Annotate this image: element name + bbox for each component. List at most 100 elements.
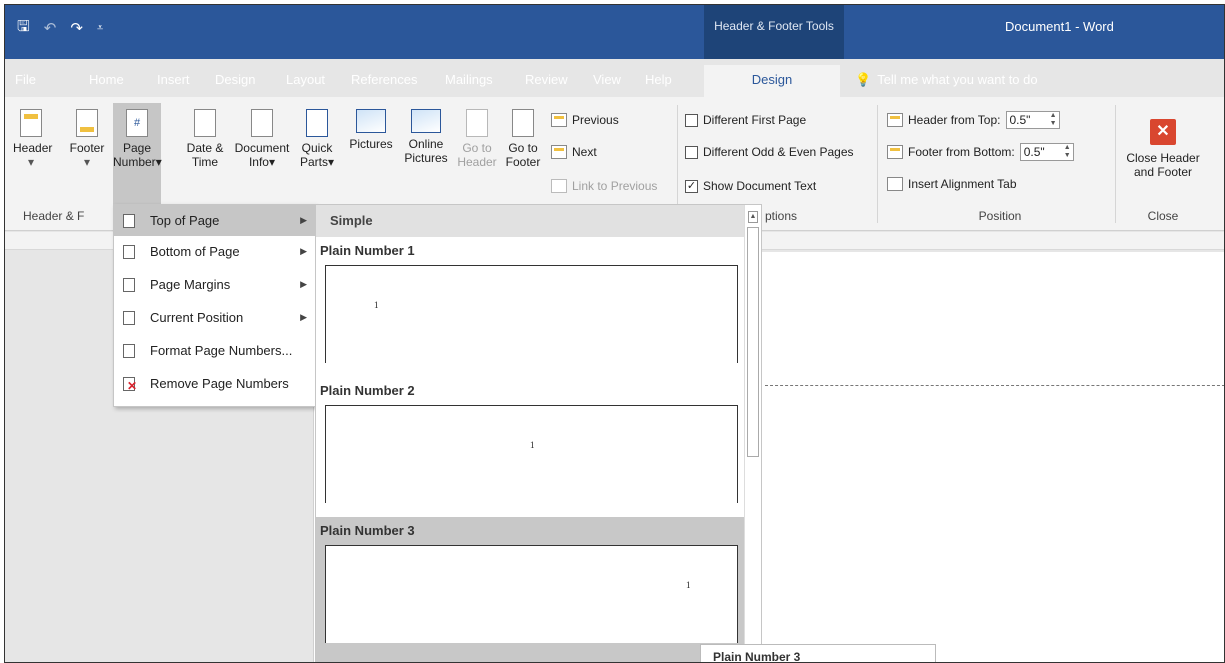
different-odd-even-label: Different Odd & Even Pages	[703, 145, 854, 159]
quick-parts-button[interactable]: Quick Parts▾	[295, 109, 339, 169]
tab-design[interactable]: Design	[215, 67, 255, 97]
spin-arrows-icon[interactable]: ▲ ▼	[1050, 112, 1057, 128]
insert-alignment-tab-button[interactable]: Insert Alignment Tab	[887, 177, 1017, 191]
tell-me-search[interactable]: 💡 Tell me what you want to do	[855, 67, 1038, 93]
show-document-text-checkbox[interactable]: ✓	[685, 179, 698, 193]
lightbulb-icon: 💡	[855, 72, 872, 87]
gallery-item-preview: 1	[325, 405, 738, 503]
footer-from-bottom-label: Footer from Bottom:	[908, 145, 1015, 159]
scroll-thumb[interactable]	[747, 227, 759, 457]
footer-button[interactable]: Footer ▾	[62, 109, 112, 169]
menu-item-label: Remove Page Numbers	[150, 376, 289, 391]
scroll-up-icon[interactable]: ▲	[748, 211, 758, 223]
undo-icon[interactable]: ↶	[44, 19, 57, 37]
menu-item-current-position[interactable]: Current Position ▶	[114, 302, 315, 335]
footer-from-bottom-input[interactable]: 0.5" ▲ ▼	[1019, 143, 1074, 161]
document-info-label-line2: Info	[248, 155, 269, 169]
go-to-footer-label-line1: Go to	[508, 141, 538, 155]
menu-item-label: Top of Page	[150, 213, 220, 228]
tab-mailings[interactable]: Mailings	[445, 67, 493, 97]
gallery-scrollbar[interactable]: ▲	[744, 205, 761, 662]
header-from-top-input[interactable]: 0.5" ▲ ▼	[1005, 111, 1060, 129]
chevron-down-icon: ▾	[155, 155, 162, 169]
spin-arrows-icon[interactable]: ▲ ▼	[1064, 144, 1071, 160]
gallery-item-plain-number-2[interactable]: Plain Number 2 1	[316, 377, 745, 517]
page-margins-icon	[123, 278, 135, 292]
alignment-tab-icon	[887, 177, 903, 191]
gallery-item-plain-number-1[interactable]: Plain Number 1 1	[316, 237, 745, 377]
different-first-page-option[interactable]: Different First Page	[685, 113, 806, 127]
tab-home[interactable]: Home	[89, 67, 124, 97]
quick-access-toolbar: 🖫 ↶ ↷ ⩡	[17, 17, 103, 39]
tab-view[interactable]: View	[593, 67, 621, 97]
tab-header-footer-design[interactable]: Design	[704, 65, 840, 97]
page-number-sample: 1	[530, 440, 535, 450]
chevron-right-icon: ▶	[300, 279, 307, 289]
go-to-header-label-line1: Go to	[462, 141, 492, 155]
online-pictures-button[interactable]: Online Pictures	[398, 109, 454, 165]
document-info-icon	[251, 109, 273, 137]
quick-parts-label-line1: Quick	[301, 141, 333, 155]
show-document-text-label: Show Document Text	[703, 179, 817, 193]
remove-page-numbers-icon	[123, 377, 137, 392]
online-pictures-icon	[411, 109, 441, 133]
save-icon[interactable]: 🖫	[17, 16, 30, 41]
tab-help[interactable]: Help	[645, 67, 672, 97]
options-group-label: ptions	[765, 209, 798, 223]
document-info-button[interactable]: Document Info▾	[231, 109, 293, 169]
menu-item-label: Bottom of Page	[150, 244, 240, 259]
tab-references[interactable]: References	[351, 67, 417, 97]
menu-item-label: Current Position	[150, 310, 244, 325]
document-title: Document1 - Word	[1005, 19, 1114, 34]
menu-item-bottom-of-page[interactable]: Bottom of Page ▶	[114, 236, 315, 269]
menu-item-label: Format Page Numbers...	[150, 343, 293, 358]
pictures-icon	[356, 109, 386, 133]
redo-icon[interactable]: ↷	[70, 19, 83, 37]
tab-file[interactable]: File	[15, 67, 36, 97]
ribbon-tabs: File Home Insert Design Layout Reference…	[5, 65, 1224, 97]
tab-insert[interactable]: Insert	[157, 67, 190, 97]
go-to-footer-button[interactable]: Go to Footer	[501, 109, 545, 169]
go-to-header-label-line2: Header	[457, 155, 497, 169]
different-first-page-checkbox[interactable]	[685, 113, 698, 127]
page-number-icon: #	[126, 109, 148, 137]
gallery-item-plain-number-3[interactable]: Plain Number 3 1	[316, 517, 745, 662]
tab-review[interactable]: Review	[525, 67, 568, 97]
page-number-label-line1: Page	[122, 141, 152, 155]
go-to-header-button[interactable]: Go to Header	[457, 109, 497, 169]
pictures-button[interactable]: Pictures	[343, 109, 399, 151]
header-from-top-label: Header from Top:	[908, 113, 1001, 127]
previous-section-icon	[551, 113, 567, 127]
close-icon: ✕	[1150, 119, 1176, 145]
go-to-footer-label-line2: Footer	[505, 155, 541, 169]
tell-me-label: Tell me what you want to do	[877, 72, 1038, 87]
header-label: Header	[13, 141, 53, 155]
header-button[interactable]: Header ▾	[13, 109, 53, 169]
menu-item-top-of-page[interactable]: Top of Page ▶	[114, 205, 315, 236]
chevron-down-icon: ▾	[83, 155, 91, 169]
menu-item-format-page-numbers[interactable]: Format Page Numbers...	[114, 335, 315, 368]
show-document-text-option[interactable]: ✓ Show Document Text	[685, 179, 816, 193]
page-number-label-line2: Number	[113, 155, 156, 169]
different-odd-even-option[interactable]: Different Odd & Even Pages	[685, 145, 854, 159]
close-header-footer-button[interactable]: ✕ Close Header and Footer	[1119, 119, 1207, 179]
customize-qat-icon[interactable]: ⩡	[97, 22, 103, 35]
date-time-button[interactable]: Date & Time	[181, 109, 229, 169]
page-number-button[interactable]: # Page Number▾	[113, 103, 162, 209]
menu-item-page-margins[interactable]: Page Margins ▶	[114, 269, 315, 302]
close-header-footer-label-line2: and Footer	[1133, 165, 1193, 179]
current-position-icon	[123, 311, 135, 325]
footer-from-bottom-value: 0.5"	[1023, 145, 1045, 159]
next-button[interactable]: Next	[551, 145, 597, 159]
menu-item-remove-page-numbers[interactable]: Remove Page Numbers	[114, 368, 315, 401]
tab-layout[interactable]: Layout	[286, 67, 325, 97]
word-window: 🖫 ↶ ↷ ⩡ Header & Footer Tools Document1 …	[4, 4, 1225, 663]
link-to-previous-button[interactable]: Link to Previous	[551, 179, 657, 193]
header-from-top-value: 0.5"	[1009, 113, 1031, 127]
different-odd-even-checkbox[interactable]	[685, 145, 698, 159]
date-time-label-line2: Time	[191, 155, 219, 169]
date-time-label-line1: Date &	[186, 141, 224, 155]
header-from-top-row: Header from Top: 0.5" ▲ ▼	[887, 111, 1060, 129]
previous-button[interactable]: Previous	[551, 113, 619, 127]
gallery-section-header: Simple	[316, 205, 761, 237]
